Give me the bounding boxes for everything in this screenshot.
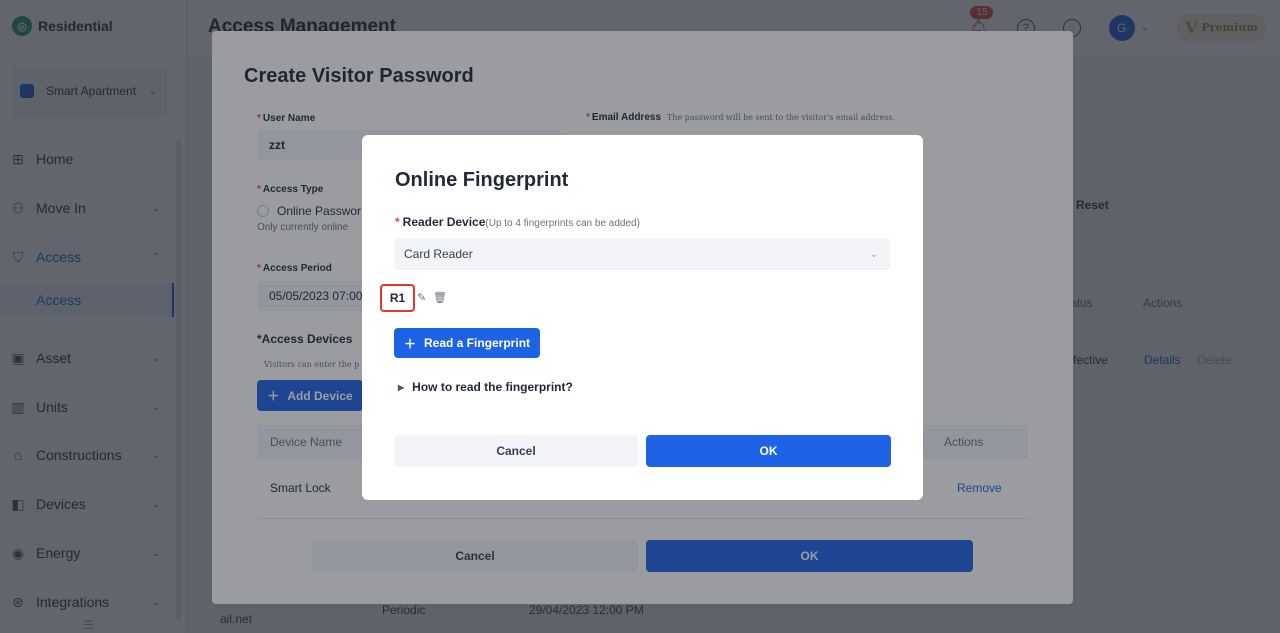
ok-button[interactable]: OK: [646, 435, 891, 467]
edit-icon[interactable]: ✎: [417, 291, 426, 304]
caret-right-icon: ▶: [398, 382, 405, 392]
trash-icon[interactable]: 🗑︎: [433, 291, 447, 304]
read-fingerprint-button[interactable]: ＋ Read a Fingerprint: [394, 328, 540, 358]
online-fingerprint-modal: Online Fingerprint * Reader Device(Up to …: [362, 135, 923, 500]
cancel-button[interactable]: Cancel: [394, 435, 638, 467]
reader-device-label: * Reader Device(Up to 4 fingerprints can …: [395, 215, 640, 229]
reader-device-value: Card Reader: [404, 247, 473, 261]
how-to-read-toggle[interactable]: ▶ How to read the fingerprint?: [398, 380, 573, 394]
how-to-label: How to read the fingerprint?: [412, 380, 573, 394]
chevron-down-icon: ⌄: [869, 248, 878, 260]
read-fingerprint-label: Read a Fingerprint: [424, 336, 531, 350]
modal-title: Online Fingerprint: [395, 169, 569, 191]
reader-device-select[interactable]: Card Reader ⌄: [394, 238, 890, 270]
fingerprint-tag[interactable]: R1: [380, 284, 415, 312]
plus-icon: ＋: [403, 336, 416, 351]
